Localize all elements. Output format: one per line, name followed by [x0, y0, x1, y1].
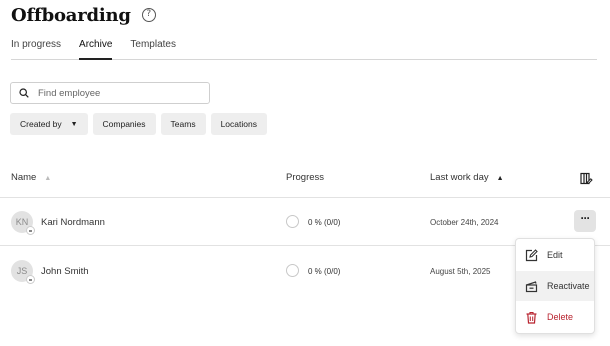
column-header-progress: Progress — [286, 172, 325, 183]
progress-value: 0 % (0/0) — [308, 267, 341, 276]
column-header-last-work-day-label: Last work day — [430, 172, 489, 183]
menu-item-delete[interactable]: Delete — [516, 302, 594, 332]
sort-neutral-icon: ▲ — [44, 175, 52, 182]
row-actions-menu: Edit Reactivate Delete — [515, 238, 595, 334]
menu-item-edit[interactable]: Edit — [516, 240, 594, 270]
tab-in-progress[interactable]: In progress — [11, 33, 61, 60]
progress-value: 0 % (0/0) — [308, 218, 341, 227]
more-actions-button[interactable]: ··· — [574, 210, 596, 232]
help-circle-icon[interactable]: ? — [141, 8, 156, 22]
column-header-name-label: Name — [11, 172, 37, 183]
filter-teams[interactable]: Teams — [160, 113, 206, 135]
tab-archive[interactable]: Archive — [79, 33, 113, 60]
menu-item-reactivate[interactable]: Reactivate — [516, 271, 594, 301]
search-input[interactable] — [38, 87, 198, 99]
column-header-name[interactable]: Name ▲ — [11, 172, 51, 183]
lock-badge-icon — [26, 275, 35, 284]
reactivate-icon — [525, 280, 538, 292]
search-box — [10, 82, 210, 104]
last-work-day: October 24th, 2024 — [430, 218, 499, 227]
employee-name[interactable]: Kari Nordmann — [41, 217, 105, 228]
progress-ring-icon — [286, 215, 299, 228]
filter-bar: Created by ▼ Companies Teams Locations — [10, 113, 272, 135]
sort-ascending-icon: ▲ — [496, 175, 504, 182]
menu-item-reactivate-label: Reactivate — [547, 281, 590, 291]
filter-locations[interactable]: Locations — [210, 113, 267, 135]
trash-icon — [526, 311, 537, 324]
column-settings-icon[interactable] — [580, 172, 593, 185]
last-work-day: August 5th, 2025 — [430, 267, 491, 276]
filter-created-by-label: Created by — [20, 119, 62, 129]
page-header: Offboarding ? — [11, 3, 156, 27]
tab-templates[interactable]: Templates — [130, 33, 176, 60]
edit-icon — [525, 248, 538, 261]
filter-created-by[interactable]: Created by ▼ — [10, 113, 88, 135]
menu-item-edit-label: Edit — [547, 250, 563, 260]
caret-down-icon: ▼ — [70, 120, 78, 128]
tab-bar: In progress Archive Templates — [11, 33, 597, 60]
progress-ring-icon — [286, 264, 299, 277]
filter-companies[interactable]: Companies — [92, 113, 156, 135]
search-icon — [19, 88, 29, 98]
lock-badge-icon — [26, 226, 35, 235]
table-header: Name ▲ Progress Last work day ▲ — [0, 164, 610, 198]
employee-name[interactable]: John Smith — [41, 266, 89, 277]
page-title: Offboarding — [11, 4, 131, 26]
column-header-last-work-day[interactable]: Last work day ▲ — [430, 172, 504, 183]
menu-item-delete-label: Delete — [547, 312, 574, 322]
